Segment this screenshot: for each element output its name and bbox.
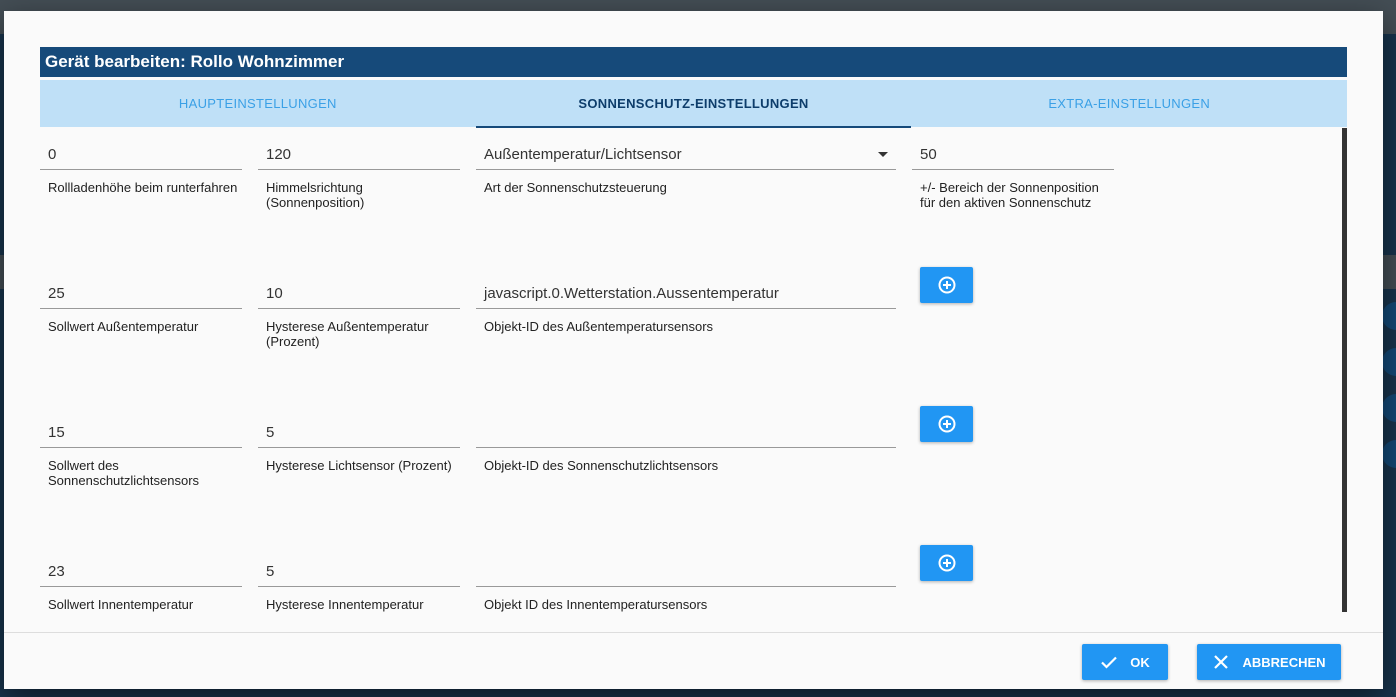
sun-range-label: +/- Bereich der Sonnenposition für den a… [920, 180, 1099, 210]
plus-circle-icon [938, 554, 955, 572]
dialog-title: Gerät bearbeiten: Rollo Wohnzimmer [40, 47, 1347, 77]
close-icon [1214, 655, 1229, 669]
inside-temp-sensor-field[interactable]: Objekt ID des Innentemperatursensors [476, 557, 896, 612]
light-sensor-setpoint-input[interactable]: 15 [40, 418, 242, 448]
tab-main-settings[interactable]: HAUPTEINSTELLUNGEN [40, 80, 476, 127]
outside-temp-hysteresis-input[interactable]: 10 [258, 279, 460, 309]
inside-temp-hysteresis-label: Hysterese Innentemperatur [266, 597, 424, 612]
inside-temp-setpoint-input[interactable]: 23 [40, 557, 242, 587]
light-sensor-hysteresis-label: Hysterese Lichtsensor (Prozent) [266, 458, 452, 473]
inside-temp-hysteresis-input[interactable]: 5 [258, 557, 460, 587]
select-inside-temp-sensor-button[interactable] [920, 545, 973, 581]
plus-circle-icon [938, 415, 955, 433]
cancel-button[interactable]: ABBRECHEN [1197, 644, 1341, 680]
plus-circle-icon [938, 276, 955, 294]
light-sensor-setpoint-field[interactable]: 15 Sollwert des Sonnenschutzlichtsensors [40, 418, 242, 488]
light-sensor-id-input[interactable] [476, 418, 896, 448]
light-sensor-hysteresis-input[interactable]: 5 [258, 418, 460, 448]
inside-temp-hysteresis-field[interactable]: 5 Hysterese Innentemperatur [258, 557, 460, 612]
shutter-height-field[interactable]: 0 Rollladenhöhe beim runterfahren [40, 140, 242, 195]
sun-direction-field[interactable]: 120 Himmelsrichtung (Sonnenposition) [258, 140, 460, 210]
inside-temp-setpoint-field[interactable]: 23 Sollwert Innentemperatur [40, 557, 242, 612]
check-icon [1101, 656, 1118, 669]
settings-form: 0 Rollladenhöhe beim runterfahren 120 Hi… [40, 128, 1347, 632]
edit-device-dialog: Gerät bearbeiten: Rollo Wohnzimmer HAUPT… [4, 11, 1383, 689]
shutter-height-input[interactable]: 0 [40, 140, 242, 170]
inside-temp-sensor-label: Objekt ID des Innentemperatursensors [484, 597, 708, 612]
shutter-height-label: Rollladenhöhe beim runterfahren [48, 180, 238, 195]
select-outside-temp-sensor-button[interactable] [920, 267, 973, 303]
vertical-scrollbar[interactable] [1342, 128, 1347, 612]
outside-temp-sensor-field[interactable]: javascript.0.Wetterstation.Aussentempera… [476, 279, 896, 334]
sun-direction-label: Himmelsrichtung (Sonnenposition) [266, 180, 365, 210]
light-sensor-id-label: Objekt-ID des Sonnenschutzlichtsensors [484, 458, 719, 473]
cancel-button-label: ABBRECHEN [1242, 654, 1326, 670]
light-sensor-hysteresis-field[interactable]: 5 Hysterese Lichtsensor (Prozent) [258, 418, 460, 473]
tab-extra-settings[interactable]: EXTRA-EINSTELLUNGEN [911, 80, 1347, 127]
sun-direction-input[interactable]: 120 [258, 140, 460, 170]
ok-button[interactable]: OK [1082, 644, 1168, 680]
inside-temp-sensor-input[interactable] [476, 557, 896, 587]
dropdown-arrow-icon[interactable] [878, 152, 888, 157]
sun-protection-mode-value[interactable]: Außentemperatur/Lichtsensor [476, 140, 896, 170]
light-sensor-setpoint-label: Sollwert des Sonnenschutzlichtsensors [48, 458, 200, 488]
settings-tabs: HAUPTEINSTELLUNGEN SONNENSCHUTZ-EINSTELL… [40, 80, 1347, 128]
sun-protection-mode-select[interactable]: Außentemperatur/Lichtsensor Art der Sonn… [476, 140, 896, 195]
outside-temp-hysteresis-field[interactable]: 10 Hysterese Außentemperatur (Prozent) [258, 279, 460, 349]
outside-temp-sensor-label: Objekt-ID des Außentemperatursensors [484, 319, 714, 334]
sun-range-input[interactable]: 50 [912, 140, 1114, 170]
sun-protection-mode-text: Außentemperatur/Lichtsensor [484, 146, 682, 163]
tab-sun-protection-settings[interactable]: SONNENSCHUTZ-EINSTELLUNGEN [475, 80, 912, 128]
footer-divider [4, 632, 1383, 633]
sun-range-field[interactable]: 50 +/- Bereich der Sonnenposition für de… [912, 140, 1114, 210]
ok-button-label: OK [1130, 654, 1150, 670]
inside-temp-setpoint-label: Sollwert Innentemperatur [48, 597, 194, 612]
outside-temp-sensor-input[interactable]: javascript.0.Wetterstation.Aussentempera… [476, 279, 896, 309]
light-sensor-id-field[interactable]: Objekt-ID des Sonnenschutzlichtsensors [476, 418, 896, 473]
outside-temp-hysteresis-label: Hysterese Außentemperatur (Prozent) [266, 319, 429, 349]
outside-temp-setpoint-field[interactable]: 25 Sollwert Außentemperatur [40, 279, 242, 334]
outside-temp-setpoint-label: Sollwert Außentemperatur [48, 319, 199, 334]
sun-protection-mode-label: Art der Sonnenschutzsteuerung [484, 180, 667, 195]
select-light-sensor-button[interactable] [920, 406, 973, 442]
outside-temp-setpoint-input[interactable]: 25 [40, 279, 242, 309]
